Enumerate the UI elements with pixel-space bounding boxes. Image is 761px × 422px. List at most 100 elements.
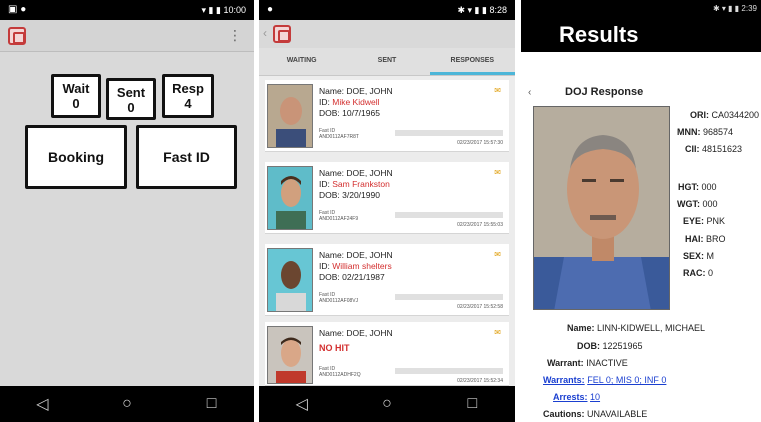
mail-icon: ✉	[494, 86, 501, 95]
mail-icon: ✉	[494, 250, 501, 259]
suspect-photo	[267, 326, 313, 384]
field-name: Name: LINN-KIDWELL, MICHAEL	[567, 323, 706, 333]
card-divider	[395, 294, 503, 300]
card-ref: AND0112ADHF2Q	[319, 372, 361, 378]
signal-icon: ✱ ▾ ▮ ▮	[713, 4, 742, 13]
suspect-photo	[267, 248, 313, 312]
no-hit-label: NO HIT	[319, 343, 350, 353]
status-bar: ▣ ● ▾ ▮ ▮ 10:00	[0, 0, 254, 20]
signal-icon: ▾ ▮ ▮	[201, 5, 224, 15]
back-nav-icon[interactable]: ◁	[32, 394, 52, 414]
card-date: 02/23/2017 15:52:34	[457, 378, 503, 384]
phone-screen-results: ✱ ▾ ▮ ▮ 2:39 Results ‹ DOJ Response ORI:…	[521, 0, 761, 422]
face-image	[534, 107, 669, 309]
tab-bar: WAITING SENT RESPONSES	[259, 48, 515, 76]
field-wgt: WGT: 000	[677, 199, 718, 209]
card-date: 02/23/2017 15:57:30	[457, 140, 503, 146]
field-mnn: MNN: 968574	[677, 127, 734, 137]
card-id-value: William shelters	[332, 261, 392, 271]
overflow-menu-icon[interactable]: ⋮	[228, 28, 242, 42]
card-divider	[395, 368, 503, 374]
field-arrests: Arrests: 10	[553, 392, 600, 402]
face-image	[268, 85, 312, 147]
field-cii: CII: 48151623	[685, 144, 743, 154]
responses-button[interactable]: Resp 4	[162, 74, 214, 118]
tab-sent[interactable]: SENT	[344, 48, 429, 75]
field-ori: ORI: CA0344200	[689, 110, 759, 120]
face-image	[268, 327, 312, 383]
suspect-photo	[267, 84, 313, 148]
field-warrant: Warrant: INACTIVE	[547, 358, 628, 368]
app-bar: ‹	[259, 20, 515, 48]
arrests-link[interactable]: Arrests:	[553, 392, 588, 402]
back-chevron-icon[interactable]: ‹	[263, 26, 267, 40]
back-chevron-icon[interactable]: ‹	[528, 87, 531, 98]
android-nav-bar: ◁ ○ □	[0, 386, 254, 422]
booking-button[interactable]: Booking	[25, 125, 127, 189]
card-ref: AND0112AF08VJ	[319, 298, 359, 304]
response-card[interactable]: Name: DOE, JOHN ID: Mike Kidwell DOB: 10…	[265, 80, 509, 152]
card-name: Name: DOE, JOHN	[319, 250, 393, 260]
response-card[interactable]: Name: DOE, JOHN ID: William shelters DOB…	[265, 244, 509, 316]
suspect-photo	[533, 106, 670, 310]
card-name: Name: DOE, JOHN	[319, 86, 393, 96]
signal-icon: ✱ ▾ ▮ ▮	[457, 5, 490, 15]
mail-icon: ✉	[494, 168, 501, 177]
field-cautions: Cautions: UNAVAILABLE	[543, 409, 648, 419]
tab-waiting[interactable]: WAITING	[259, 48, 344, 75]
card-ref: AND0112AF24F9	[319, 216, 359, 222]
app-logo-icon	[273, 25, 291, 43]
face-image	[268, 249, 312, 311]
card-dob: DOB: 02/21/1987	[319, 272, 385, 282]
face-image	[268, 167, 312, 229]
card-id-value: Sam Frankston	[332, 179, 390, 189]
card-dob: DOB: 3/20/1990	[319, 190, 380, 200]
response-card[interactable]: Name: DOE, JOHN NO HIT ✉ Fast ID AND0112A…	[265, 322, 509, 386]
field-hai: HAI: BRO	[685, 234, 726, 244]
status-time: 2:39	[741, 4, 757, 13]
response-card[interactable]: Name: DOE, JOHN ID: Sam Frankston DOB: 3…	[265, 162, 509, 234]
mail-icon: ✉	[494, 328, 501, 337]
card-ref: AND0112AF7R8T	[319, 134, 359, 140]
card-name: Name: DOE, JOHN	[319, 168, 393, 178]
app-bar: ⋮	[0, 20, 254, 52]
warrants-link[interactable]: Warrants:	[543, 375, 585, 385]
card-name: Name: DOE, JOHN	[319, 328, 393, 338]
home-nav-icon[interactable]: ○	[117, 395, 137, 413]
responses-count: 4	[184, 96, 192, 111]
notification-icon: ●	[267, 4, 274, 15]
tab-responses[interactable]: RESPONSES	[429, 48, 515, 75]
phone-screen-responses: ● ✱ ▾ ▮ ▮ 8:28 ‹ WAITING SENT RESPONSES …	[259, 0, 515, 422]
card-id-value: Mike Kidwell	[332, 97, 380, 107]
page-title: Results	[559, 22, 639, 47]
field-warrants: Warrants: FEL 0; MIS 0; INF 0	[543, 375, 666, 385]
field-hgt: HGT: 000	[678, 182, 717, 192]
field-rac: RAC: 0	[683, 268, 714, 278]
card-dob: DOB: 10/7/1965	[319, 108, 380, 118]
recents-nav-icon[interactable]: □	[202, 395, 222, 413]
fast-id-button[interactable]: Fast ID	[136, 125, 237, 189]
home-nav-icon[interactable]: ○	[377, 395, 397, 413]
android-nav-bar: ◁ ○ □	[259, 386, 515, 422]
suspect-photo	[267, 166, 313, 230]
card-date: 02/23/2017 15:52:58	[457, 304, 503, 310]
recents-nav-icon[interactable]: □	[462, 395, 482, 413]
status-time: 10:00	[223, 5, 246, 15]
card-divider	[395, 130, 503, 136]
arrests-value-link[interactable]: 10	[590, 392, 600, 402]
results-header: ✱ ▾ ▮ ▮ 2:39 Results	[521, 0, 761, 52]
back-nav-icon[interactable]: ◁	[292, 394, 312, 414]
notification-icon: ▣ ●	[8, 4, 27, 15]
sent-button[interactable]: Sent 0	[106, 78, 156, 120]
wait-count: 0	[72, 96, 80, 111]
wait-button[interactable]: Wait 0	[51, 74, 101, 118]
doj-response-title: DOJ Response	[565, 86, 644, 98]
field-sex: SEX: M	[683, 251, 715, 261]
card-date: 02/23/2017 15:55:03	[457, 222, 503, 228]
phone-screen-home: ▣ ● ▾ ▮ ▮ 10:00 ⋮ Wait 0 Sent 0 Resp 4 B…	[0, 0, 254, 422]
sent-count: 0	[127, 100, 135, 115]
status-time: 8:28	[489, 5, 507, 15]
card-divider	[395, 212, 503, 218]
warrants-value-link[interactable]: FEL 0; MIS 0; INF 0	[587, 375, 666, 385]
status-bar: ● ✱ ▾ ▮ ▮ 8:28	[259, 0, 515, 20]
